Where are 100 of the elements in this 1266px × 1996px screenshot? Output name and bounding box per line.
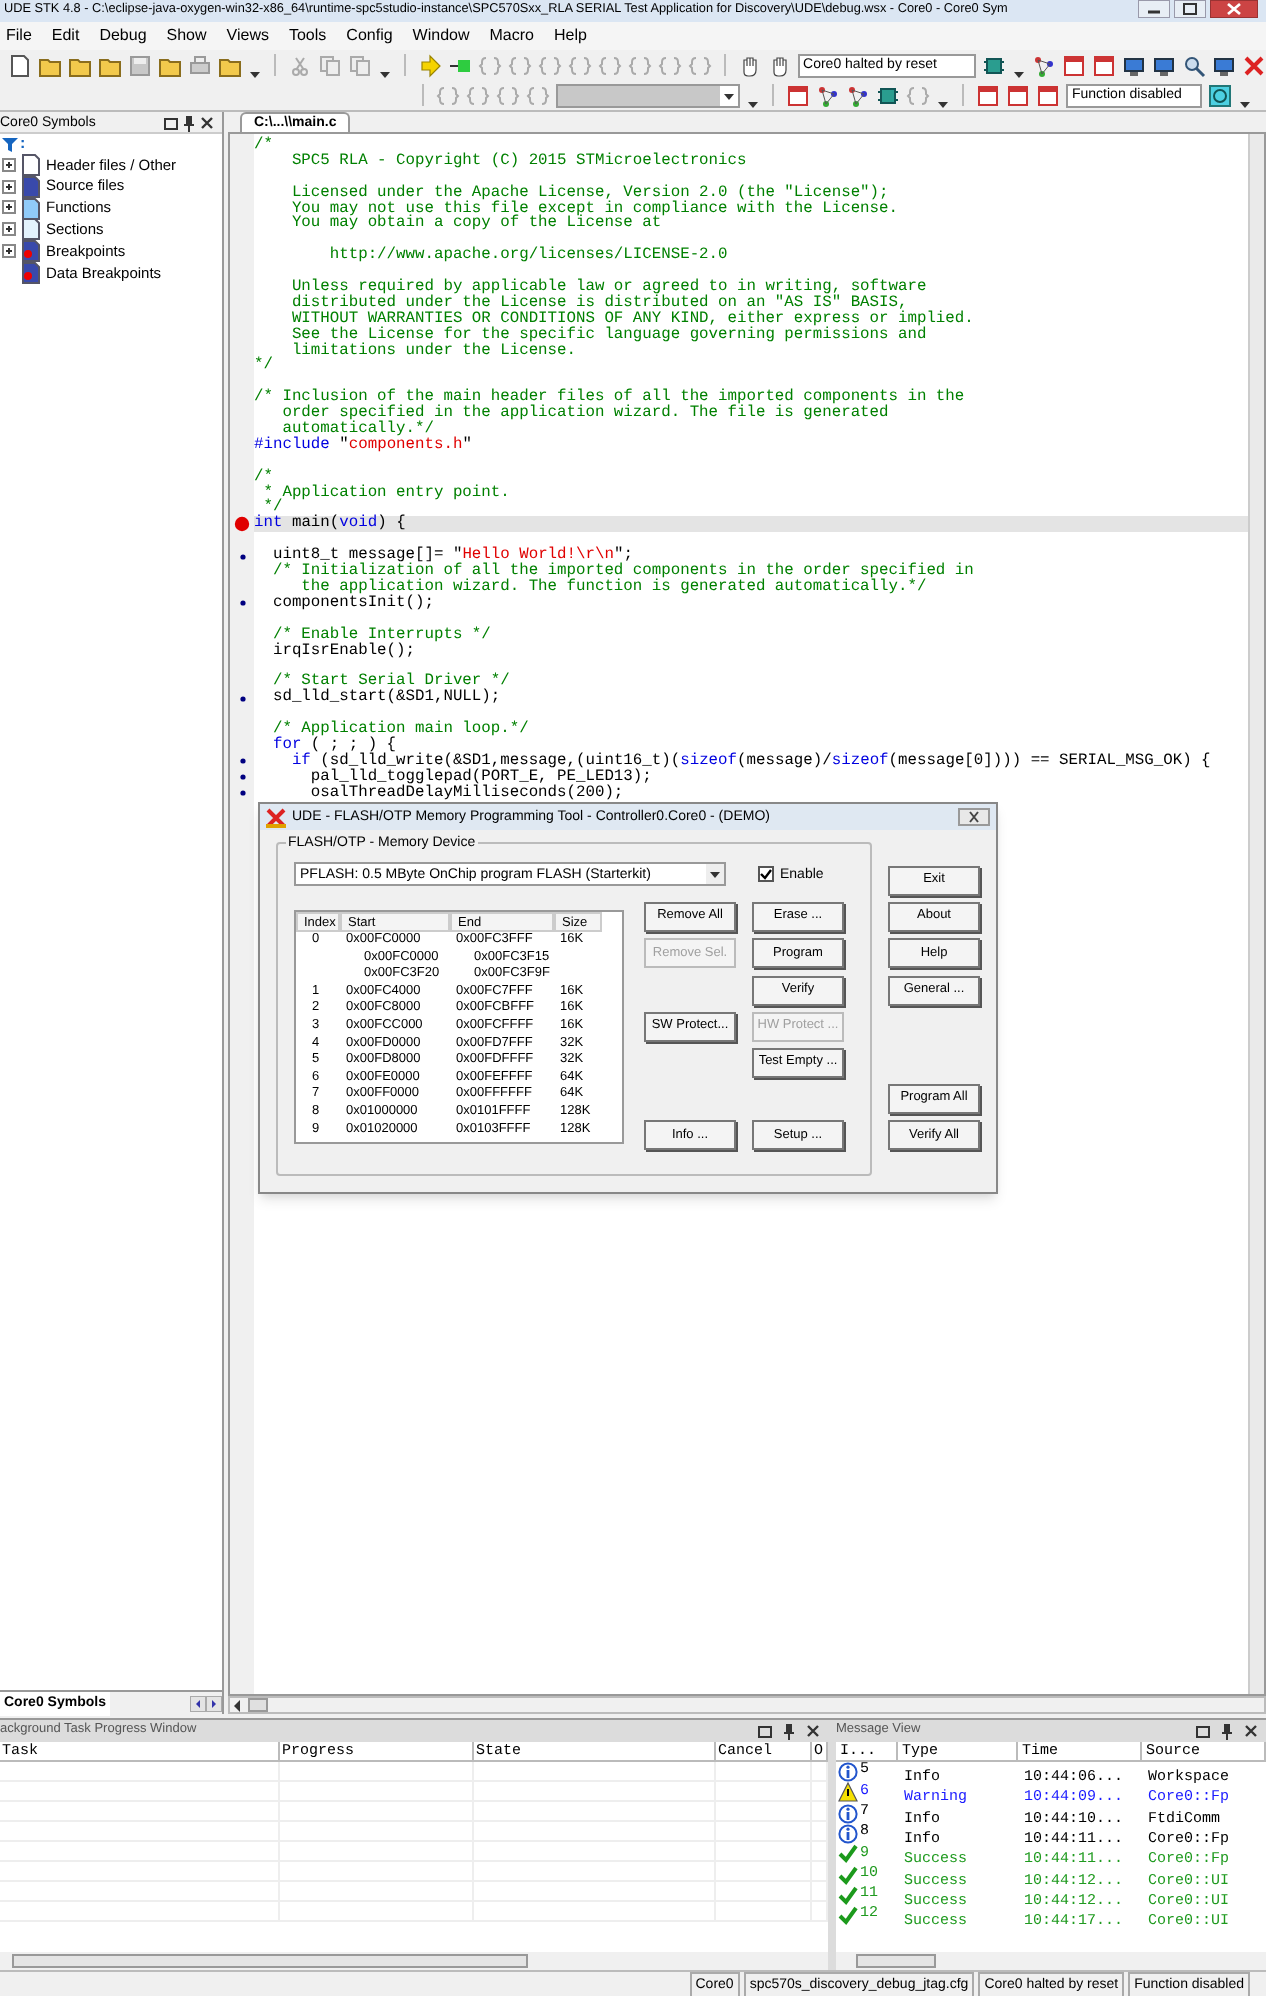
monitor-icon	[1211, 53, 1236, 77]
expand-icon[interactable]	[2, 222, 16, 237]
chip-icon	[981, 53, 1006, 77]
window-icon	[786, 83, 810, 107]
restore-icon[interactable]	[1194, 1722, 1212, 1740]
file-icon	[20, 197, 42, 219]
dropdown-caret-icon[interactable]	[377, 68, 392, 80]
file-icon	[20, 218, 42, 241]
scroll-left-icon[interactable]	[230, 1697, 244, 1713]
app-logo-icon	[266, 807, 286, 827]
menu-item[interactable]: Debug	[99, 28, 147, 44]
expand-icon[interactable]	[2, 244, 16, 259]
dropdown-caret-icon[interactable]	[248, 68, 262, 80]
horizontal-scrollbar[interactable]	[836, 1952, 1266, 1970]
scroll-left-icon[interactable]	[190, 1695, 206, 1711]
arrow-icon	[417, 53, 442, 77]
dropdown-caret-icon[interactable]	[936, 98, 950, 110]
braces-icon	[567, 53, 592, 77]
printer-icon	[188, 53, 212, 77]
expand-icon[interactable]	[2, 200, 16, 215]
dropdown-caret-icon[interactable]	[1011, 68, 1026, 80]
expand-icon[interactable]	[2, 157, 16, 172]
menu-item[interactable]: File	[6, 28, 32, 44]
dropdown-caret-icon[interactable]	[1238, 98, 1252, 110]
window-icon	[976, 83, 1000, 107]
menu-item[interactable]: Edit	[51, 28, 80, 44]
network-icon	[846, 83, 870, 107]
restore-icon[interactable]	[1174, 0, 1206, 18]
code-line-dot-icon	[239, 600, 245, 607]
close-icon[interactable]	[1242, 1722, 1260, 1740]
menu-item[interactable]: Config	[346, 28, 393, 44]
hand-icon	[767, 53, 792, 77]
code-line-dot-icon	[239, 758, 245, 765]
braces-icon	[537, 53, 562, 77]
pin-icon[interactable]	[780, 1722, 798, 1740]
pages-icon	[347, 53, 372, 77]
breakpoint-icon	[234, 516, 250, 533]
scrollbar-thumb[interactable]	[856, 1954, 936, 1968]
file-icon	[20, 261, 42, 284]
expand-icon[interactable]	[2, 179, 16, 194]
cross-icon	[1241, 53, 1266, 77]
magnifier-icon	[1181, 53, 1206, 77]
chip-icon	[876, 83, 900, 107]
restore-icon[interactable]	[756, 1722, 774, 1740]
close-icon[interactable]	[804, 1722, 822, 1740]
scrollbar-thumb[interactable]	[248, 1698, 268, 1712]
menu-item[interactable]: Tools	[288, 28, 327, 44]
vertical-scrollbar[interactable]	[1248, 134, 1264, 1694]
network-icon	[1031, 53, 1056, 77]
hand-icon	[737, 53, 762, 77]
close-icon[interactable]	[198, 113, 216, 131]
braces-icon	[687, 53, 712, 77]
checkbox[interactable]	[758, 866, 774, 882]
pages-icon	[317, 53, 342, 77]
braces-icon	[496, 83, 520, 107]
braces-icon	[906, 83, 930, 107]
dropdown-field[interactable]	[556, 83, 740, 107]
network-icon	[816, 83, 840, 107]
file-icon	[20, 175, 42, 198]
braces-icon	[477, 53, 502, 77]
code-line-dot-icon	[239, 789, 245, 796]
dropdown-caret-icon[interactable]	[706, 864, 724, 884]
code-line-dot-icon	[239, 695, 245, 702]
braces-icon	[507, 53, 532, 77]
file-icon	[20, 153, 42, 176]
window-icon	[1006, 83, 1030, 107]
close-icon[interactable]	[1210, 0, 1258, 18]
braces-icon	[466, 83, 490, 107]
filter-icon[interactable]	[2, 135, 18, 153]
horizontal-scrollbar[interactable]	[0, 1952, 828, 1970]
code-line-dot-icon	[239, 553, 245, 560]
horizontal-scrollbar[interactable]	[228, 1696, 1266, 1714]
restore-icon[interactable]	[162, 113, 180, 131]
scissors-icon	[287, 53, 312, 77]
braces-icon	[627, 53, 652, 77]
braces-icon	[526, 83, 550, 107]
menu-item[interactable]: Macro	[489, 28, 534, 44]
braces-icon	[436, 83, 460, 107]
window-icon	[1091, 53, 1116, 77]
window-icon	[1036, 83, 1060, 107]
menu-item[interactable]: Window	[412, 28, 470, 44]
dropdown-caret-icon[interactable]	[720, 85, 738, 105]
pin-icon[interactable]	[180, 113, 198, 131]
file-icon	[20, 240, 42, 263]
braces-icon	[597, 53, 622, 77]
menu-item[interactable]: Show	[166, 28, 207, 44]
filter-label: :	[20, 136, 26, 152]
scrollbar-thumb[interactable]	[12, 1954, 528, 1968]
code-line-dot-icon	[239, 774, 245, 781]
close-icon[interactable]	[958, 808, 990, 826]
monitor-icon	[1121, 53, 1146, 77]
dropdown-caret-icon[interactable]	[746, 98, 760, 110]
pin-icon[interactable]	[1218, 1722, 1236, 1740]
window-icon	[1061, 53, 1086, 77]
monitor-icon	[1151, 53, 1176, 77]
braces-icon	[657, 53, 682, 77]
scroll-right-icon[interactable]	[206, 1695, 222, 1711]
menu-item[interactable]: Help	[553, 28, 587, 44]
menu-item[interactable]: Views	[226, 28, 269, 44]
minimize-icon[interactable]	[1138, 0, 1170, 18]
